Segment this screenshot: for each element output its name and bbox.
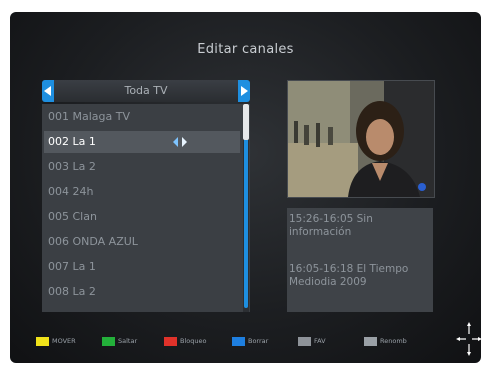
channel-row[interactable]: 008 La 2	[44, 281, 240, 303]
legend-borrar: Borrar	[232, 334, 268, 348]
scroll-track	[244, 112, 248, 308]
channel-row[interactable]: 004 24h	[44, 181, 240, 203]
page-title: Editar canales	[197, 42, 294, 57]
epg-info-panel: 15:26-16:05 Sin información 16:05-16:18 …	[287, 208, 433, 312]
channel-list: 001 Malaga TV 002 La 1 003 La 2 004 24h …	[42, 104, 250, 312]
scroll-thumb[interactable]	[243, 104, 249, 140]
epg-event-current: 15:26-16:05 Sin información	[289, 213, 373, 238]
group-label: Toda TV	[124, 84, 168, 97]
green-key-icon	[102, 336, 115, 346]
scrollbar[interactable]	[243, 104, 249, 312]
channel-row[interactable]: 001 Malaga TV	[44, 106, 240, 128]
arrow-right-icon[interactable]	[238, 80, 250, 102]
red-key-icon	[164, 336, 177, 346]
channel-row[interactable]: 003 La 2	[44, 156, 240, 178]
channel-row[interactable]: 006 ONDA AZUL	[44, 231, 240, 253]
legend-saltar: Saltar	[102, 334, 137, 348]
legend-bloqueo: Bloqueo	[164, 334, 206, 348]
preview-image	[288, 81, 434, 197]
group-selector[interactable]: Toda TV	[42, 80, 250, 102]
legend-renomb: Renomb	[364, 334, 407, 348]
fav-key-icon	[298, 336, 311, 346]
key-legend-bar: MOVER Saltar Bloqueo Borrar FAV Renomb	[36, 322, 481, 356]
arrow-left-icon[interactable]	[42, 80, 54, 102]
yellow-key-icon	[36, 336, 49, 346]
blue-key-icon	[232, 336, 245, 346]
rename-key-icon	[364, 336, 377, 346]
channel-label: 002 La 1	[48, 135, 96, 148]
navigation-arrows-icon	[456, 322, 481, 356]
tv-screen: Editar canales Toda TV 001 Malaga TV 002…	[10, 12, 481, 363]
legend-mover: MOVER	[36, 334, 76, 348]
move-arrows-icon	[173, 137, 187, 147]
legend-fav: FAV	[298, 334, 326, 348]
channel-row[interactable]: 007 La 1	[44, 256, 240, 278]
channel-row[interactable]: 005 Clan	[44, 206, 240, 228]
epg-event-next: 16:05-16:18 El Tiempo Mediodia 2009	[289, 263, 409, 288]
channel-row-selected[interactable]: 002 La 1	[44, 131, 240, 153]
video-preview	[287, 80, 435, 198]
channel-list-panel: Toda TV 001 Malaga TV 002 La 1 003 La 2 …	[42, 80, 250, 312]
